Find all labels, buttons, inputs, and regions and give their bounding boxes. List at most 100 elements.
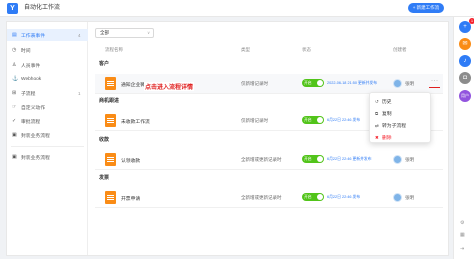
- more-icon[interactable]: ···: [431, 78, 439, 84]
- creator-name: 张明: [405, 195, 414, 200]
- history-icon: ↺: [375, 98, 379, 104]
- toggle-label: 开启: [304, 118, 312, 122]
- sidebar-item-label: Webhook: [21, 76, 42, 82]
- filter-value: 全部: [100, 30, 109, 35]
- menu-item-copy[interactable]: ⧉ 复制: [370, 108, 432, 119]
- workflow-name[interactable]: 认领收款: [121, 157, 140, 164]
- column-header-creator: 创建者: [393, 47, 407, 52]
- table-row[interactable]: 通知企业微信 点击进入流程详情 仅新增记录时 开启 2022-06-18 21:…: [95, 74, 443, 94]
- sidebar-divider: [11, 146, 84, 147]
- more-indicator: [429, 87, 440, 88]
- sidebar-item-label: 时间: [21, 48, 31, 54]
- grid-icon[interactable]: ▦: [460, 232, 465, 238]
- table-icon: ▤: [12, 32, 17, 38]
- avatar: [393, 79, 402, 88]
- column-header-type: 类型: [241, 47, 250, 52]
- menu-item-label: 删除: [382, 136, 392, 141]
- publish-time: 6月22日 22:46 更新并发布: [327, 157, 372, 161]
- creator-name: 张明: [405, 81, 414, 86]
- workflow-type: 仅新增记录时: [241, 81, 268, 86]
- sidebar-item-time[interactable]: ◷ 时间: [7, 44, 88, 56]
- sidebar-item-custom-action[interactable]: ☞ 自定义动作: [7, 101, 88, 113]
- chevron-down-icon: ∨: [147, 30, 150, 35]
- publish-time: 6月22日 22:46 发布: [327, 195, 361, 199]
- status-toggle[interactable]: 开启: [302, 193, 324, 201]
- status-toggle[interactable]: 开启: [302, 116, 324, 124]
- sidebar-item-label: 自定义动作: [21, 105, 45, 111]
- app-logo: Y: [7, 3, 18, 14]
- group-title: 发票: [99, 175, 110, 181]
- avatar: [393, 193, 402, 202]
- workflow-type: 全新增或更新记录时: [241, 195, 282, 200]
- bell-icon[interactable]: ♪: [459, 55, 471, 67]
- column-header-status: 状态: [302, 47, 311, 52]
- menu-item-label: 转为子流程: [382, 124, 406, 129]
- user-icon: ♙: [12, 62, 17, 68]
- workflow-file-icon: [105, 153, 116, 166]
- sidebar-item-count: 1: [78, 90, 81, 96]
- package-icon: ▣: [12, 154, 17, 160]
- workflow-file-icon: [105, 77, 116, 90]
- menu-item-label: 历史: [382, 100, 392, 105]
- workflow-type: 全新增或更新记录时: [241, 157, 282, 162]
- menu-item-history[interactable]: ↺ 历史: [370, 96, 432, 107]
- copy-icon: ⧉: [375, 111, 379, 116]
- sidebar-item-count: 4: [78, 32, 81, 38]
- sidebar-item-package-2[interactable]: ▣ 封装业务流程: [7, 151, 88, 163]
- table-header: 流程名称 类型 状态 创建者: [95, 47, 445, 56]
- sidebar-item-webhook[interactable]: ⚓ Webhook: [7, 73, 88, 85]
- annotation-label: 点击进入流程详情: [144, 82, 195, 91]
- table-row[interactable]: 开票申请 全新增或更新记录时 开启 6月22日 22:46 发布 张明: [95, 188, 443, 208]
- webhook-icon: ⚓: [12, 76, 19, 82]
- sidebar-item-label: 人员事件: [21, 63, 41, 69]
- row-context-menu: ↺ 历史 ⧉ 复制 ⇄ 转为子流程 ✖ 删除: [369, 92, 431, 143]
- avatar: [393, 155, 402, 164]
- filter-select[interactable]: 全部 ∨: [95, 28, 154, 38]
- column-header-name: 流程名称: [105, 47, 123, 52]
- sidebar-item-people[interactable]: ♙ 人员事件: [7, 59, 88, 71]
- clock-icon: ◷: [12, 47, 17, 53]
- status-toggle[interactable]: 开启: [302, 79, 324, 87]
- sidebar-item-subprocess[interactable]: ⊞ 子流程 1: [7, 87, 88, 99]
- settings-icon[interactable]: ⚙: [460, 220, 464, 226]
- menu-item-label: 复制: [382, 112, 392, 117]
- sidebar-item-label: 子流程: [21, 91, 36, 97]
- avatar[interactable]: 用户: [459, 90, 471, 102]
- workflow-type: 仅新增记录时: [241, 118, 268, 123]
- collapse-icon[interactable]: ⇥: [460, 246, 464, 252]
- menu-item-convert-subprocess[interactable]: ⇄ 转为子流程: [370, 120, 432, 131]
- page-title: 自动化工作流: [24, 5, 61, 11]
- chat-icon[interactable]: ✉: [459, 38, 471, 50]
- publish-time: 6月22日 22:46 发布: [327, 118, 361, 122]
- sidebar-item-label: 工作表事件: [21, 33, 45, 39]
- workflow-file-icon: [105, 191, 116, 204]
- workflow-file-icon: [105, 114, 116, 127]
- subprocess-icon: ⊞: [12, 90, 17, 96]
- sidebar-item-package[interactable]: ▣ 封装业务流程: [7, 129, 88, 141]
- workflow-name[interactable]: 未收款工作流: [121, 118, 150, 125]
- notification-badge: 1: [469, 18, 474, 24]
- action-icon: ☞: [12, 104, 17, 110]
- new-workflow-button[interactable]: + 新建工作流: [408, 3, 444, 13]
- convert-icon: ⇄: [375, 122, 379, 128]
- toggle-label: 开启: [304, 157, 312, 161]
- sidebar-item-label: 封装业务流程: [21, 155, 50, 161]
- group-title: 客户: [99, 61, 110, 67]
- sidebar-item-label: 封装业务流程: [21, 133, 50, 139]
- right-rail: + 1 ✉ ♪ ◘ 用户 ⚙ ▦ ⇥: [453, 17, 474, 259]
- group-title: 商机跟进: [99, 98, 120, 104]
- sidebar-item-approval[interactable]: ✓ 审批流程: [7, 115, 88, 127]
- package-icon: ▣: [12, 132, 17, 138]
- toggle-label: 开启: [304, 195, 312, 199]
- menu-item-delete[interactable]: ✖ 删除: [370, 132, 432, 143]
- table-row[interactable]: 认领收款 全新增或更新记录时 开启 6月22日 22:46 更新并发布 张明: [95, 150, 443, 170]
- toggle-label: 开启: [304, 81, 312, 85]
- status-toggle[interactable]: 开启: [302, 155, 324, 163]
- publish-time: 2022-06-18 21:50 更新并发布: [327, 81, 378, 85]
- approval-icon: ✓: [12, 118, 17, 124]
- workflow-name[interactable]: 开票申请: [121, 195, 140, 202]
- sidebar-item-label: 审批流程: [21, 119, 41, 125]
- sidebar-item-sheet-events[interactable]: ▤ 工作表事件 4: [7, 29, 88, 41]
- sidebar: ▤ 工作表事件 4 ◷ 时间 ♙ 人员事件 ⚓ Webhook ⊞ 子流程 1 …: [7, 22, 88, 255]
- bot-icon[interactable]: ◘: [459, 72, 471, 84]
